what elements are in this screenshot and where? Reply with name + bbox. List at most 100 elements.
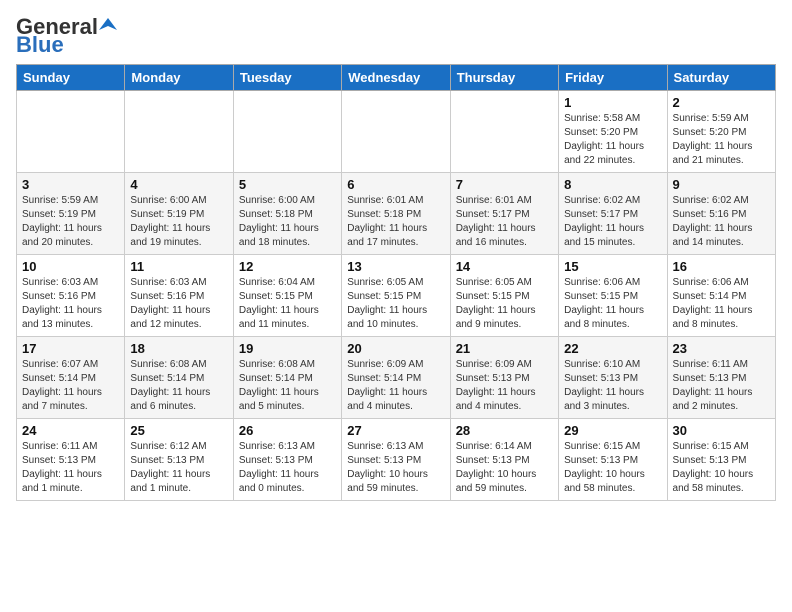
day-number: 18 xyxy=(130,341,227,356)
day-number: 17 xyxy=(22,341,119,356)
day-info: Sunrise: 6:03 AM Sunset: 5:16 PM Dayligh… xyxy=(130,276,227,332)
day-info: Sunrise: 6:00 AM Sunset: 5:19 PM Dayligh… xyxy=(130,194,227,250)
day-number: 2 xyxy=(673,95,770,110)
day-number: 1 xyxy=(564,95,661,110)
day-info: Sunrise: 6:05 AM Sunset: 5:15 PM Dayligh… xyxy=(456,276,553,332)
week-row-5: 24Sunrise: 6:11 AM Sunset: 5:13 PM Dayli… xyxy=(17,419,776,501)
weekday-header-wednesday: Wednesday xyxy=(342,65,450,91)
day-number: 12 xyxy=(239,259,336,274)
day-cell: 8 Sunrise: 6:02 AM Sunset: 5:17 PM Daylig… xyxy=(559,173,667,255)
day-info: Sunrise: 5:59 AM Sunset: 5:20 PM Dayligh… xyxy=(673,112,770,168)
day-cell: 23 Sunrise: 6:11 AM Sunset: 5:13 PM Dayli… xyxy=(667,337,775,419)
day-cell: 27 Sunrise: 6:13 AM Sunset: 5:13 PM Dayli… xyxy=(342,419,450,501)
day-cell: 4 Sunrise: 6:00 AM Sunset: 5:19 PM Daylig… xyxy=(125,173,233,255)
day-number: 23 xyxy=(673,341,770,356)
day-info: Sunrise: 6:00 AM Sunset: 5:18 PM Dayligh… xyxy=(239,194,336,250)
day-number: 27 xyxy=(347,423,444,438)
day-info: Sunrise: 6:15 AM Sunset: 5:13 PM Dayligh… xyxy=(673,440,770,496)
day-number: 9 xyxy=(673,177,770,192)
day-info: Sunrise: 6:03 AM Sunset: 5:16 PM Dayligh… xyxy=(22,276,119,332)
day-number: 29 xyxy=(564,423,661,438)
weekday-header-monday: Monday xyxy=(125,65,233,91)
day-cell: 2 Sunrise: 5:59 AM Sunset: 5:20 PM Daylig… xyxy=(667,91,775,173)
weekday-header-saturday: Saturday xyxy=(667,65,775,91)
weekday-header-tuesday: Tuesday xyxy=(233,65,341,91)
week-row-2: 3 Sunrise: 5:59 AM Sunset: 5:19 PM Daylig… xyxy=(17,173,776,255)
calendar-table: SundayMondayTuesdayWednesdayThursdayFrid… xyxy=(16,64,776,501)
logo-blue-text: Blue xyxy=(16,34,64,56)
day-info: Sunrise: 6:09 AM Sunset: 5:14 PM Dayligh… xyxy=(347,358,444,414)
day-cell: 26 Sunrise: 6:13 AM Sunset: 5:13 PM Dayli… xyxy=(233,419,341,501)
day-cell: 17 Sunrise: 6:07 AM Sunset: 5:14 PM Dayli… xyxy=(17,337,125,419)
day-info: Sunrise: 6:13 AM Sunset: 5:13 PM Dayligh… xyxy=(347,440,444,496)
day-cell: 18 Sunrise: 6:08 AM Sunset: 5:14 PM Dayli… xyxy=(125,337,233,419)
day-number: 19 xyxy=(239,341,336,356)
day-cell: 7 Sunrise: 6:01 AM Sunset: 5:17 PM Daylig… xyxy=(450,173,558,255)
day-number: 20 xyxy=(347,341,444,356)
day-number: 26 xyxy=(239,423,336,438)
day-info: Sunrise: 6:01 AM Sunset: 5:18 PM Dayligh… xyxy=(347,194,444,250)
logo-bird-icon xyxy=(99,16,117,34)
day-info: Sunrise: 6:07 AM Sunset: 5:14 PM Dayligh… xyxy=(22,358,119,414)
day-info: Sunrise: 6:04 AM Sunset: 5:15 PM Dayligh… xyxy=(239,276,336,332)
day-cell xyxy=(125,91,233,173)
day-info: Sunrise: 6:08 AM Sunset: 5:14 PM Dayligh… xyxy=(239,358,336,414)
day-cell xyxy=(233,91,341,173)
day-cell: 15Sunrise: 6:06 AM Sunset: 5:15 PM Dayli… xyxy=(559,255,667,337)
day-cell xyxy=(342,91,450,173)
week-row-3: 10 Sunrise: 6:03 AM Sunset: 5:16 PM Dayli… xyxy=(17,255,776,337)
day-number: 24 xyxy=(22,423,119,438)
day-number: 21 xyxy=(456,341,553,356)
day-number: 11 xyxy=(130,259,227,274)
day-number: 5 xyxy=(239,177,336,192)
day-info: Sunrise: 6:10 AM Sunset: 5:13 PM Dayligh… xyxy=(564,358,661,414)
day-cell: 11 Sunrise: 6:03 AM Sunset: 5:16 PM Dayli… xyxy=(125,255,233,337)
weekday-header-friday: Friday xyxy=(559,65,667,91)
day-info: Sunrise: 6:08 AM Sunset: 5:14 PM Dayligh… xyxy=(130,358,227,414)
day-number: 10 xyxy=(22,259,119,274)
week-row-1: 1 Sunrise: 5:58 AM Sunset: 5:20 PM Daylig… xyxy=(17,91,776,173)
day-info: Sunrise: 6:06 AM Sunset: 5:14 PM Dayligh… xyxy=(673,276,770,332)
week-row-4: 17 Sunrise: 6:07 AM Sunset: 5:14 PM Dayli… xyxy=(17,337,776,419)
day-info: Sunrise: 6:12 AM Sunset: 5:13 PM Dayligh… xyxy=(130,440,227,496)
day-info: Sunrise: 6:13 AM Sunset: 5:13 PM Dayligh… xyxy=(239,440,336,496)
day-number: 16 xyxy=(673,259,770,274)
day-info: Sunrise: 6:01 AM Sunset: 5:17 PM Dayligh… xyxy=(456,194,553,250)
logo: General Blue xyxy=(16,16,117,56)
day-number: 8 xyxy=(564,177,661,192)
day-info: Sunrise: 6:02 AM Sunset: 5:17 PM Dayligh… xyxy=(564,194,661,250)
day-number: 7 xyxy=(456,177,553,192)
day-cell: 5 Sunrise: 6:00 AM Sunset: 5:18 PM Daylig… xyxy=(233,173,341,255)
day-info: Sunrise: 6:05 AM Sunset: 5:15 PM Dayligh… xyxy=(347,276,444,332)
day-number: 13 xyxy=(347,259,444,274)
day-cell: 16 Sunrise: 6:06 AM Sunset: 5:14 PM Dayli… xyxy=(667,255,775,337)
weekday-header-row: SundayMondayTuesdayWednesdayThursdayFrid… xyxy=(17,65,776,91)
day-cell xyxy=(17,91,125,173)
day-info: Sunrise: 6:06 AM Sunset: 5:15 PM Dayligh… xyxy=(564,276,661,332)
day-number: 4 xyxy=(130,177,227,192)
day-cell: 30 Sunrise: 6:15 AM Sunset: 5:13 PM Dayli… xyxy=(667,419,775,501)
day-number: 6 xyxy=(347,177,444,192)
day-info: Sunrise: 6:02 AM Sunset: 5:16 PM Dayligh… xyxy=(673,194,770,250)
day-cell: 14Sunrise: 6:05 AM Sunset: 5:15 PM Dayli… xyxy=(450,255,558,337)
day-cell: 29 Sunrise: 6:15 AM Sunset: 5:13 PM Dayli… xyxy=(559,419,667,501)
weekday-header-sunday: Sunday xyxy=(17,65,125,91)
day-number: 30 xyxy=(673,423,770,438)
day-number: 3 xyxy=(22,177,119,192)
day-cell: 13 Sunrise: 6:05 AM Sunset: 5:15 PM Dayli… xyxy=(342,255,450,337)
day-cell: 24Sunrise: 6:11 AM Sunset: 5:13 PM Dayli… xyxy=(17,419,125,501)
day-info: Sunrise: 5:59 AM Sunset: 5:19 PM Dayligh… xyxy=(22,194,119,250)
day-cell: 1 Sunrise: 5:58 AM Sunset: 5:20 PM Daylig… xyxy=(559,91,667,173)
day-cell: 10 Sunrise: 6:03 AM Sunset: 5:16 PM Dayli… xyxy=(17,255,125,337)
day-cell: 21 Sunrise: 6:09 AM Sunset: 5:13 PM Dayli… xyxy=(450,337,558,419)
day-number: 25 xyxy=(130,423,227,438)
day-info: Sunrise: 6:09 AM Sunset: 5:13 PM Dayligh… xyxy=(456,358,553,414)
day-cell: 19 Sunrise: 6:08 AM Sunset: 5:14 PM Dayli… xyxy=(233,337,341,419)
day-cell: 3 Sunrise: 5:59 AM Sunset: 5:19 PM Daylig… xyxy=(17,173,125,255)
day-info: Sunrise: 6:11 AM Sunset: 5:13 PM Dayligh… xyxy=(673,358,770,414)
day-cell: 20 Sunrise: 6:09 AM Sunset: 5:14 PM Dayli… xyxy=(342,337,450,419)
day-info: Sunrise: 6:15 AM Sunset: 5:13 PM Dayligh… xyxy=(564,440,661,496)
day-cell: 22Sunrise: 6:10 AM Sunset: 5:13 PM Dayli… xyxy=(559,337,667,419)
day-cell: 12 Sunrise: 6:04 AM Sunset: 5:15 PM Dayli… xyxy=(233,255,341,337)
day-info: Sunrise: 5:58 AM Sunset: 5:20 PM Dayligh… xyxy=(564,112,661,168)
